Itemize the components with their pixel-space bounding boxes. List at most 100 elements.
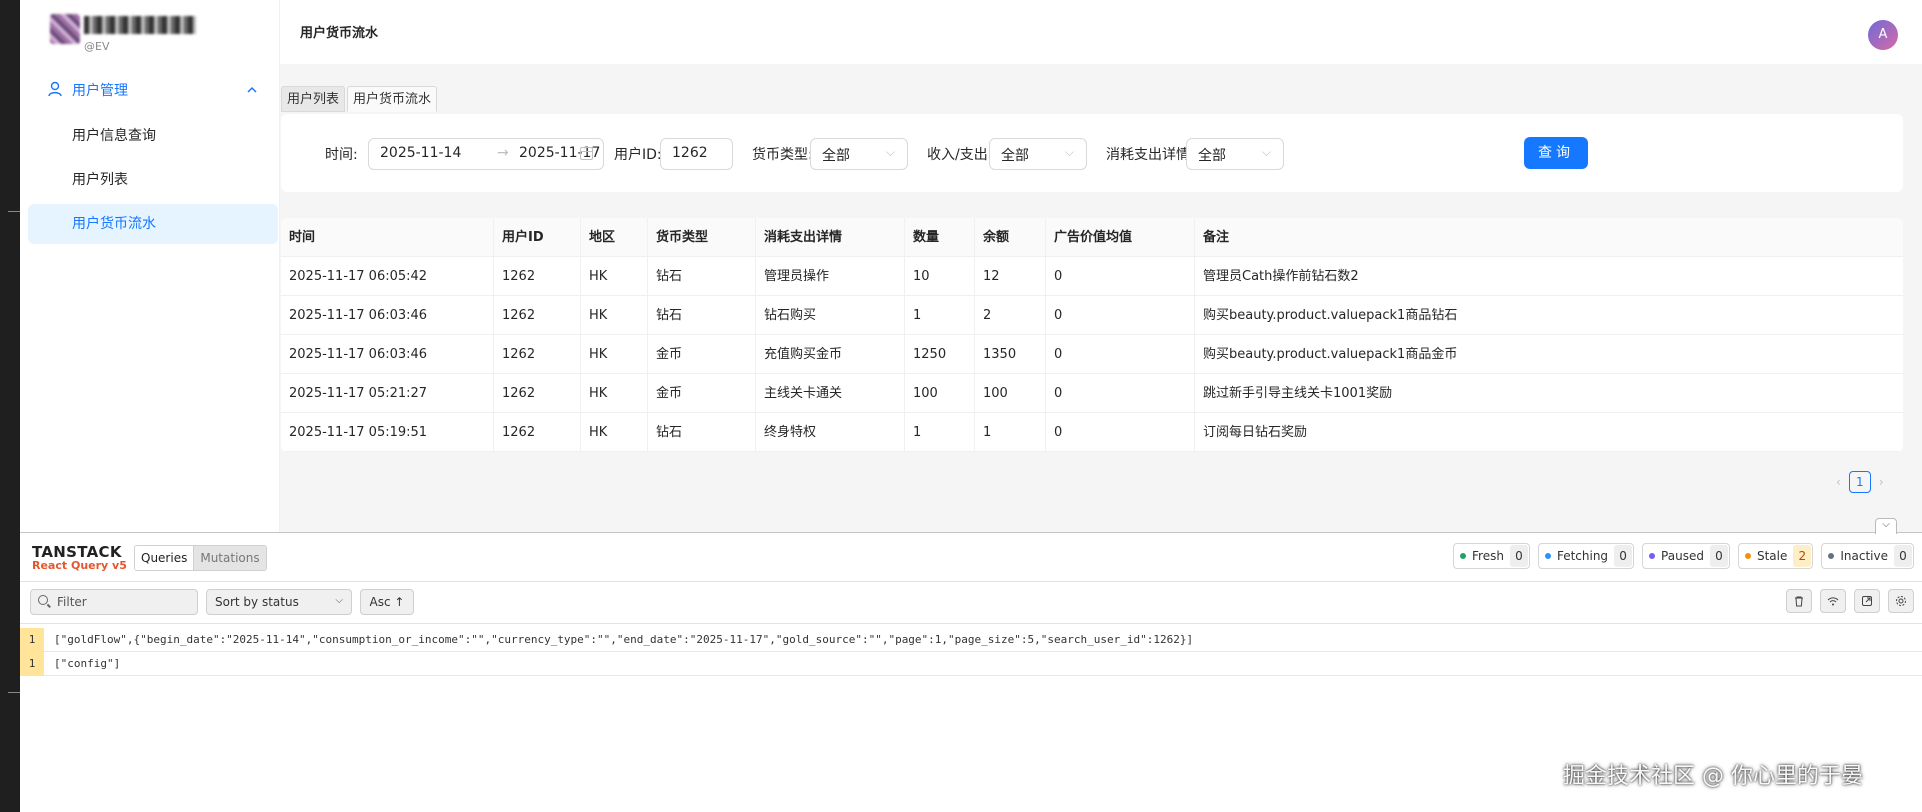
cell-amount: 1250 xyxy=(905,335,975,374)
cell-ad-value: 0 xyxy=(1046,335,1195,374)
cell-currency-type: 金币 xyxy=(648,374,756,413)
tab-currency-flow[interactable]: 用户货币流水 xyxy=(347,86,438,112)
cell-currency-type: 金币 xyxy=(648,335,756,374)
cell-amount: 100 xyxy=(905,374,975,413)
column-header: 数量 xyxy=(905,218,975,257)
status-dot-icon xyxy=(1649,553,1656,559)
query-key: ["config"] xyxy=(54,657,121,670)
sidebar-item-user-info[interactable]: 用户信息查询 xyxy=(28,116,278,156)
avatar[interactable]: A xyxy=(1868,20,1898,50)
table-header-row: 时间 用户ID 地区 货币类型 消耗支出详情 数量 余额 广告价值均值 备注 xyxy=(281,218,1903,257)
menu-group-label: 用户管理 xyxy=(72,83,128,99)
react-query-version: React Query v5 xyxy=(32,559,127,572)
cell-currency-type: 钻石 xyxy=(648,296,756,335)
status-count: 0 xyxy=(1614,545,1633,567)
table-row: 2025-11-17 06:03:46 1262 HK 金币 充值购买金币 1250 135… xyxy=(281,335,1903,374)
status-count: 0 xyxy=(1894,545,1912,567)
cell-detail: 管理员操作 xyxy=(756,257,905,296)
next-page-button[interactable]: › xyxy=(1879,475,1884,489)
chevron-down-icon: ⌵ xyxy=(1064,145,1074,159)
status-count: 2 xyxy=(1793,545,1812,567)
cell-time: 2025-11-17 06:05:42 xyxy=(281,257,494,296)
sidebar: @EV 用户管理 用户信息查询 用户列表 用户货币流水 xyxy=(20,0,280,532)
top-header: 用户货币流水 A xyxy=(280,0,1922,64)
cell-currency-type: 钻石 xyxy=(648,257,756,296)
detail-label: 消耗支出详情: xyxy=(1106,147,1195,163)
wifi-icon[interactable] xyxy=(1820,589,1846,613)
user-id-input[interactable]: 1262 xyxy=(660,138,733,170)
date-range-picker[interactable]: 2025-11-14 → 2025-11-17 xyxy=(368,138,604,170)
mutations-tab[interactable]: Mutations xyxy=(193,546,266,570)
detail-select[interactable]: 全部 ⌵ xyxy=(1186,138,1284,170)
table-row: 2025-11-17 05:19:51 1262 HK 钻石 终身特权 1 1 0 订阅每日钻石… xyxy=(281,413,1903,452)
settings-gear-icon[interactable] xyxy=(1888,589,1914,613)
chevron-down-icon: ⌵ xyxy=(1261,145,1271,159)
sidebar-item-user-list[interactable]: 用户列表 xyxy=(28,160,278,200)
income-expense-value: 全部 xyxy=(1001,148,1029,164)
cell-detail: 钻石购买 xyxy=(756,296,905,335)
cell-currency-type: 钻石 xyxy=(648,413,756,452)
tab-user-list[interactable]: 用户列表 xyxy=(281,86,346,112)
page-title: 用户货币流水 xyxy=(300,26,379,41)
date-start[interactable]: 2025-11-14 xyxy=(380,145,461,161)
cell-user-id: 1262 xyxy=(494,296,581,335)
menu-group-user-management[interactable]: 用户管理 xyxy=(20,73,280,105)
divider xyxy=(20,581,1922,582)
left-window-edge xyxy=(0,0,20,812)
edge-mark xyxy=(8,211,20,212)
status-label: Paused xyxy=(1661,549,1704,563)
status-dot-icon xyxy=(1744,553,1751,559)
devtools-collapse-chevron-icon[interactable]: ⌵ xyxy=(1875,518,1897,534)
sidebar-item-currency-flow[interactable]: 用户货币流水 xyxy=(28,204,278,244)
status-dot-icon xyxy=(1828,553,1835,559)
query-row[interactable]: 1 ["goldFlow",{"begin_date":"2025-11-14",… xyxy=(20,628,1922,652)
prev-page-button[interactable]: ‹ xyxy=(1836,475,1841,489)
currency-type-select[interactable]: 全部 ⌵ xyxy=(810,138,908,170)
cell-balance: 12 xyxy=(975,257,1046,296)
status-badge-inactive: Inactive 0 xyxy=(1821,543,1914,569)
query-observer-count: 1 xyxy=(20,628,44,652)
query-row[interactable]: 1 ["config"] xyxy=(20,652,1922,676)
status-label: Fetching xyxy=(1556,549,1609,563)
clear-cache-icon[interactable] xyxy=(1786,589,1812,613)
currency-type-label: 货币类型: xyxy=(752,147,813,163)
column-header: 时间 xyxy=(281,218,494,257)
edge-mark xyxy=(8,692,20,693)
status-badge-stale: Stale 2 xyxy=(1737,543,1814,569)
queries-tab[interactable]: Queries xyxy=(135,546,194,570)
status-count: 0 xyxy=(1709,545,1728,567)
table-row: 2025-11-17 06:05:42 1262 HK 钻石 管理员操作 10 12 0 管理员… xyxy=(281,257,1903,296)
cell-detail: 充值购买金币 xyxy=(756,335,905,374)
chevron-down-icon: ⌵ xyxy=(335,595,343,606)
chevron-down-icon: ⌵ xyxy=(885,145,895,159)
cell-balance: 1350 xyxy=(975,335,1046,374)
cell-amount: 1 xyxy=(905,413,975,452)
cell-user-id: 1262 xyxy=(494,413,581,452)
cell-user-id: 1262 xyxy=(494,374,581,413)
cell-time: 2025-11-17 05:19:51 xyxy=(281,413,494,452)
user-id-value: 1262 xyxy=(672,145,708,161)
logo-name-blurred xyxy=(84,16,196,34)
query-button[interactable]: 查询 xyxy=(1524,137,1588,169)
column-header: 广告价值均值 xyxy=(1046,218,1195,257)
cell-region: HK xyxy=(581,296,648,335)
query-observer-count: 1 xyxy=(20,652,44,676)
column-header: 货币类型 xyxy=(648,218,756,257)
open-in-window-icon[interactable] xyxy=(1854,589,1880,613)
logo-subtitle: @EV xyxy=(84,40,110,53)
cell-ad-value: 0 xyxy=(1046,413,1195,452)
filter-placeholder: Filter xyxy=(57,595,87,609)
income-expense-select[interactable]: 全部 ⌵ xyxy=(989,138,1087,170)
cell-region: HK xyxy=(581,374,648,413)
cell-time: 2025-11-17 06:03:46 xyxy=(281,296,494,335)
column-header: 地区 xyxy=(581,218,648,257)
sort-select[interactable]: Sort by status ⌵ xyxy=(206,589,352,615)
divider xyxy=(20,623,1922,624)
cell-ad-value: 0 xyxy=(1046,296,1195,335)
page-1-button[interactable]: 1 xyxy=(1848,471,1871,493)
tanstack-logo[interactable]: TANSTACK React Query v5 xyxy=(32,543,127,572)
sort-direction-button[interactable]: Asc ↑ xyxy=(360,589,414,615)
cell-detail: 主线关卡通关 xyxy=(756,374,905,413)
search-icon xyxy=(38,595,48,605)
query-filter-input[interactable]: Filter xyxy=(30,589,198,615)
